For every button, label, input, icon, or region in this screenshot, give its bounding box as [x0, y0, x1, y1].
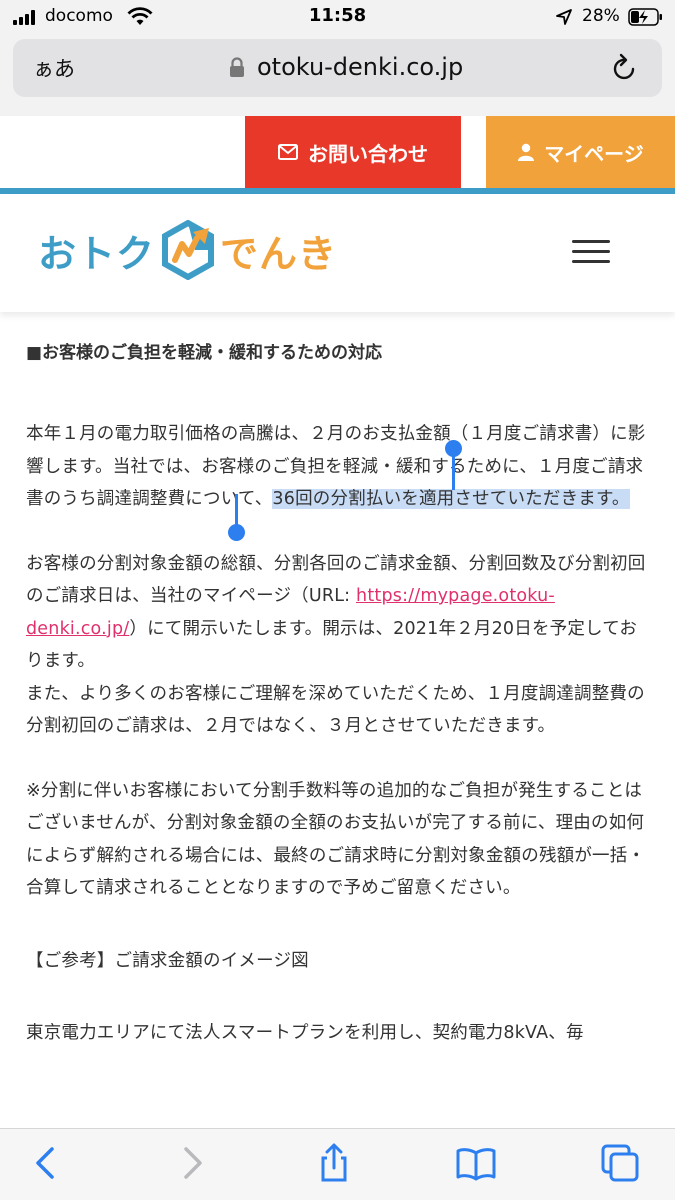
site-top-bar: お問い合わせ マイページ — [0, 116, 675, 188]
menu-icon[interactable] — [572, 240, 610, 264]
selection-end-handle[interactable] — [228, 494, 245, 541]
site-logo[interactable]: おトク でんき — [38, 220, 337, 280]
reload-icon[interactable] — [611, 53, 639, 83]
tabs-icon[interactable] — [600, 1143, 640, 1183]
user-icon — [518, 143, 535, 161]
mypage-button[interactable]: マイページ — [486, 116, 675, 188]
paragraph-3: また、より多くのお客様にご理解を深めていただくため、１月度調達調整費の分割初回の… — [26, 683, 645, 737]
paragraph-5: 【ご参考】ご請求金額のイメージ図 — [26, 950, 309, 971]
browser-toolbar — [0, 1128, 675, 1200]
section-title: ■お客様のご負担を軽減・緩和するための対応 — [26, 343, 383, 363]
paragraph-4: ※分割に伴いお客様において分割手数料等の追加的なご負担が発生することはございませ… — [26, 780, 646, 899]
selected-text[interactable]: 36回の分割払いを適用させていただきます。 — [272, 489, 630, 509]
mail-icon — [278, 144, 298, 160]
mypage-label: マイページ — [544, 141, 644, 166]
share-icon[interactable] — [314, 1143, 354, 1183]
paragraph-6: 東京電力エリアにて法人スマートプランを利用し、契約電力8kVA、毎 — [26, 1023, 584, 1043]
logo-text-left: おトク — [38, 231, 156, 276]
browser-address-area: ぁあ otoku-denki.co.jp — [0, 34, 675, 116]
back-icon[interactable] — [26, 1143, 66, 1183]
text-size-button[interactable]: ぁあ — [33, 53, 75, 83]
url-text[interactable]: otoku-denki.co.jp — [257, 53, 463, 81]
status-bar: docomo 11:58 28% — [0, 0, 675, 34]
address-bar[interactable]: ぁあ otoku-denki.co.jp — [13, 39, 662, 97]
location-arrow-icon — [556, 9, 572, 25]
article-body: ■お客様のご負担を軽減・緩和するための対応 本年１月の電力取引価格の高騰は、２月… — [26, 322, 652, 1050]
contact-label: お問い合わせ — [308, 141, 428, 166]
site-header: おトク でんき — [0, 194, 675, 312]
paragraph-2: お客様の分割対象金額の総額、分割各回のご請求金額、分割回数及び分割初回のご請求日… — [26, 548, 652, 678]
selection-start-handle[interactable] — [445, 440, 462, 490]
logo-mark-icon — [162, 220, 215, 280]
battery-charging-icon — [628, 8, 662, 26]
contact-button[interactable]: お問い合わせ — [245, 116, 461, 188]
logo-text-right: でんき — [220, 231, 338, 276]
battery-percent: 28% — [582, 6, 620, 26]
bookmarks-icon[interactable] — [456, 1143, 496, 1183]
clock: 11:58 — [308, 5, 367, 26]
forward-icon[interactable] — [172, 1143, 212, 1183]
paragraph-1: 本年１月の電力取引価格の高騰は、２月のお支払金額（１月度ご請求書）に影響します。… — [26, 418, 652, 516]
lock-icon — [230, 57, 244, 77]
